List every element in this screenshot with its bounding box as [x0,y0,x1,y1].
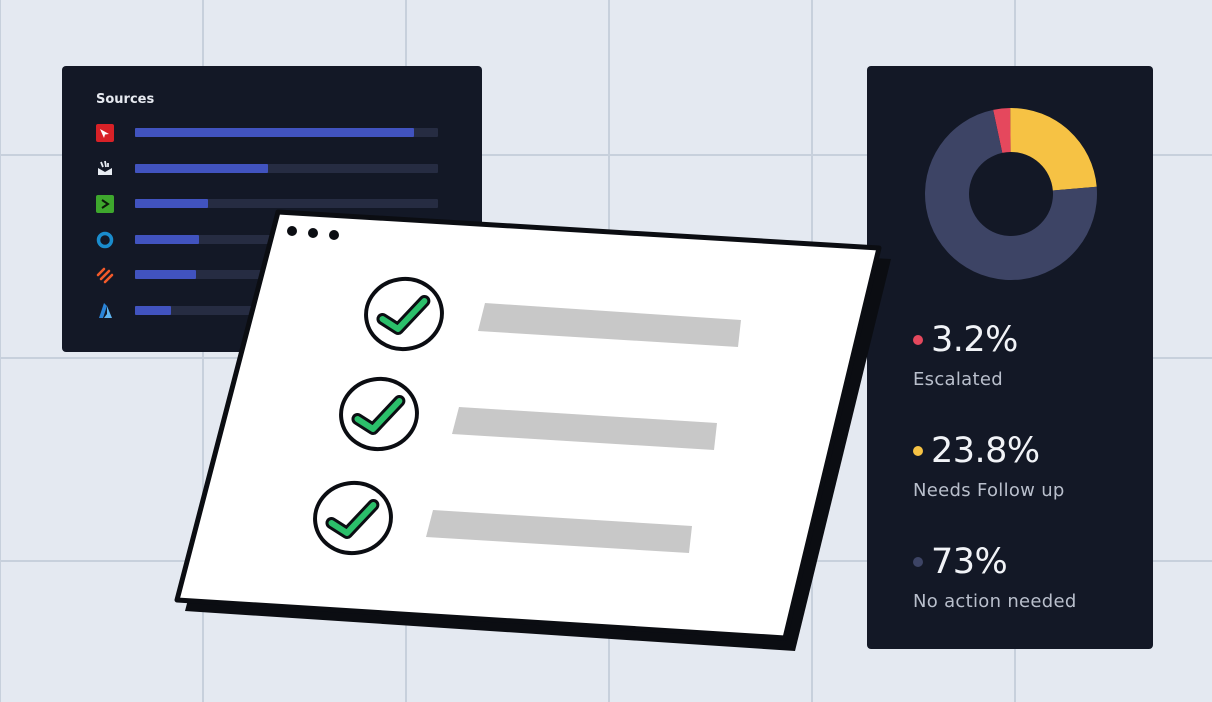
no-action-dot [913,557,923,567]
source-bar-fill [135,128,414,137]
donut-chart [925,108,1097,280]
stat-label: No action needed [913,591,1077,612]
stat-value: 73% [931,542,1008,582]
stat-value: 23.8% [931,431,1040,471]
results-panel: 3.2% Escalated 23.8% Needs Follow up 73%… [867,66,1153,649]
stack-logo-icon [98,160,112,175]
escalated-dot [913,335,923,345]
red-arrow-logo-icon [96,124,114,142]
slashes-logo-icon [96,267,114,284]
stat-label: Needs Follow up [913,480,1065,501]
source-bar-track [135,164,438,173]
donut-slice-needs-follow-up [1010,108,1097,191]
sources-title: Sources [96,92,155,107]
source-bar-fill [135,306,172,315]
stat-value: 3.2% [931,320,1018,360]
stat-escalated: 3.2% Escalated [913,320,1018,390]
window-dot-icon[interactable] [329,230,339,240]
source-bar-fill [135,270,196,279]
window-dot-icon[interactable] [287,226,297,236]
source-bar-fill [135,235,199,244]
terminal-logo-icon [96,195,114,213]
azure-logo-icon [99,303,112,318]
checklist-window [174,209,891,651]
source-row[interactable] [96,160,438,178]
ring-logo-icon [96,231,114,249]
stat-needs-follow-up: 23.8% Needs Follow up [913,431,1065,501]
source-row[interactable] [96,195,438,213]
source-bar-fill [135,199,208,208]
stat-label: Escalated [913,369,1003,390]
source-row[interactable] [96,124,438,142]
source-bar-track [135,128,438,137]
stat-no-action-needed: 73% No action needed [913,542,1077,612]
window-dot-icon[interactable] [308,228,318,238]
source-bar-fill [135,164,269,173]
needs-follow-up-dot [913,446,923,456]
source-bar-track [135,199,438,208]
